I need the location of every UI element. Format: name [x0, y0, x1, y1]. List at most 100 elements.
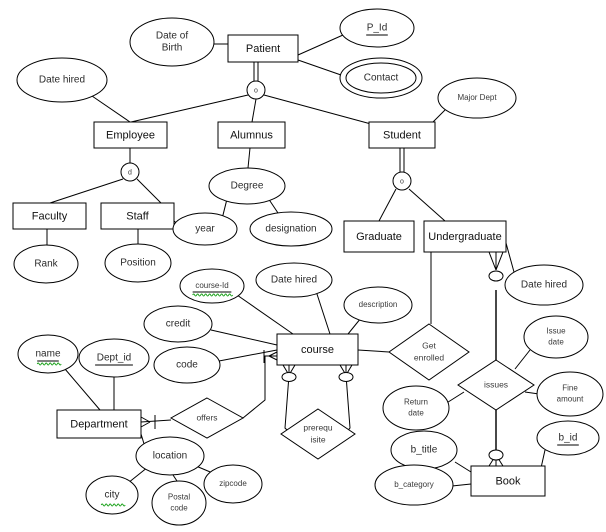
shape-layer: Patient Employee Alumnus Student Faculty Staf… — [12, 8, 604, 526]
edge-courseid-course — [236, 294, 294, 335]
optional-circle-prereq-right — [338, 372, 354, 382]
attribute-return-date[interactable]: Return date — [382, 385, 450, 431]
attribute-date-of-birth[interactable]: Date ofBirth — [129, 17, 215, 67]
attribute-postal-code[interactable]: Postal code — [151, 480, 207, 526]
attribute-credit[interactable]: credit — [143, 305, 213, 343]
er-diagram-canvas: Patient Employee Alumnus Student Faculty Staf… — [0, 0, 606, 532]
entity-undergraduate[interactable]: Undergraduate — [423, 220, 507, 253]
entity-staff[interactable]: Staff — [100, 202, 175, 230]
label-text: prerequ — [303, 422, 333, 432]
attribute-b-id[interactable]: b_id — [536, 420, 600, 456]
edge-datehired-course — [315, 290, 331, 335]
label-text: Date of — [156, 31, 188, 42]
label-text: b_title — [411, 445, 438, 456]
entity-faculty[interactable]: Faculty — [12, 202, 87, 230]
specialization-circle-patient-overlap[interactable]: o — [246, 80, 266, 100]
marker-course-one-a — [268, 351, 278, 357]
entity-course[interactable]: course — [276, 333, 359, 366]
label-text: Position — [120, 258, 156, 269]
edge-datehired-employee — [91, 95, 131, 123]
entity-student[interactable]: Student — [368, 121, 436, 149]
label-text: code — [170, 504, 188, 513]
attribute-fine-amount[interactable]: Fine amount — [536, 371, 604, 417]
attribute-course-id[interactable]: course-Id — [179, 268, 245, 304]
attribute-city[interactable]: city — [85, 475, 139, 515]
attribute-location[interactable]: location — [135, 436, 205, 476]
label-text: date — [408, 409, 424, 418]
attribute-date-hired-course[interactable]: Date hired — [255, 262, 333, 298]
edge-alumnus-degree — [247, 147, 251, 169]
attribute-date-hired-emp[interactable]: Date hired — [16, 57, 108, 103]
attribute-dept-id[interactable]: Dept_id — [78, 338, 150, 378]
edge-disjoint-faculty — [49, 178, 124, 204]
attribute-code[interactable]: code — [153, 346, 221, 384]
entity-alumnus[interactable]: Alumnus — [217, 121, 286, 149]
marker-department-one-b — [140, 421, 151, 428]
relationship-prerequisite[interactable]: prerequ isite — [280, 408, 356, 460]
label-text: name — [35, 349, 60, 360]
entity-label: Faculty — [32, 210, 68, 222]
edge-offers-course — [242, 355, 277, 419]
edge-department-offers — [140, 419, 172, 423]
attribute-issue-date[interactable]: Issue date — [523, 315, 589, 359]
attribute-name[interactable]: name — [17, 334, 79, 374]
entity-label: Patient — [246, 43, 280, 55]
entity-label: Student — [383, 129, 421, 141]
entity-label: Graduate — [356, 231, 402, 243]
label-text: amount — [557, 395, 584, 404]
label-text: code — [176, 360, 198, 371]
attribute-position[interactable]: Position — [104, 243, 172, 283]
crowfoot-ug-3 — [495, 251, 504, 271]
entity-graduate[interactable]: Graduate — [343, 220, 415, 253]
entity-employee[interactable]: Employee — [93, 121, 168, 149]
edge-spec-graduate — [378, 188, 397, 222]
entity-label: Department — [70, 418, 127, 430]
label-text: Issue — [546, 327, 566, 336]
label-text: location — [153, 451, 187, 462]
edge-course-prereq-left — [284, 374, 292, 435]
edge-spec-alumnus — [251, 98, 257, 123]
entity-label: Staff — [126, 210, 149, 222]
attribute-designation[interactable]: designation — [249, 211, 333, 247]
entity-patient[interactable]: Patient — [227, 34, 299, 63]
attribute-contact[interactable]: Contact — [339, 57, 423, 99]
entity-book[interactable]: Book — [470, 465, 546, 497]
optional-circle-undergraduate-issues — [488, 270, 504, 282]
label-text: designation — [265, 224, 316, 235]
label-text: Get — [422, 340, 436, 350]
entity-department[interactable]: Department — [56, 409, 142, 439]
attribute-zipcode[interactable]: zipcode — [203, 464, 263, 504]
attribute-p-id[interactable]: P_Id — [339, 8, 415, 48]
relationship-get-enrolled[interactable]: Get enrolled — [388, 323, 470, 381]
relationship-issues[interactable]: issues — [457, 359, 535, 411]
label-text: P_Id — [367, 23, 388, 34]
label-text: city — [105, 490, 120, 501]
label-text: Return — [404, 398, 428, 407]
edge-patient-contact — [297, 59, 342, 76]
specialization-circle-employee-disjoint[interactable]: d — [120, 162, 140, 182]
spellcheck-squiggle — [192, 293, 234, 297]
crowfoot-ug-1 — [488, 251, 497, 271]
label-text: Rank — [34, 259, 58, 270]
attribute-description[interactable]: description — [343, 286, 413, 324]
attribute-b-category[interactable]: b_category — [374, 464, 454, 506]
optional-circle-issues-book — [488, 449, 504, 461]
entity-label: course — [301, 344, 334, 356]
edge-undergraduate-datehired — [505, 242, 515, 273]
attribute-major-dept[interactable]: Major Dept — [437, 77, 517, 119]
entity-label: Alumnus — [230, 129, 273, 141]
edge-location-postalcode — [172, 474, 178, 482]
entity-label: Undergraduate — [428, 231, 501, 243]
specialization-circle-student-overlap[interactable]: o — [392, 171, 412, 191]
edge-patient-pid — [297, 34, 344, 56]
attribute-rank[interactable]: Rank — [13, 244, 79, 284]
attribute-date-hired-ug[interactable]: Date hired — [504, 264, 584, 306]
relationship-offers[interactable]: offers — [169, 397, 245, 439]
attribute-year[interactable]: year — [172, 212, 238, 246]
attribute-degree[interactable]: Degree — [208, 167, 286, 205]
label-text: Birth — [162, 43, 183, 54]
edge-student-majordept — [431, 109, 446, 124]
specialization-symbol: d — [128, 169, 132, 176]
edge-getenrolled-course — [357, 349, 390, 353]
attribute-b-title[interactable]: b_title — [390, 430, 458, 470]
